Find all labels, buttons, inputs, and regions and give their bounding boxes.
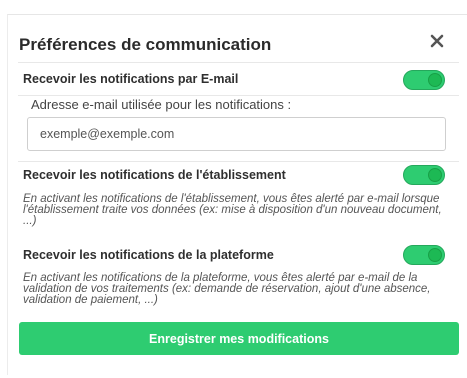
divider: [18, 62, 459, 63]
establishment-notifications-toggle[interactable]: [403, 165, 445, 185]
email-notifications-label: Recevoir les notifications par E-mail: [23, 72, 239, 86]
toggle-knob: [428, 168, 442, 182]
platform-notifications-description: En activant les notifications de la plat…: [23, 272, 431, 306]
email-notifications-toggle[interactable]: [403, 70, 445, 90]
close-icon: [430, 34, 444, 48]
divider: [18, 95, 459, 96]
toggle-knob: [428, 248, 442, 262]
modal-title: Préférences de communication: [19, 35, 272, 54]
email-field[interactable]: [27, 117, 446, 151]
establishment-notifications-label: Recevoir les notifications de l'établiss…: [23, 168, 286, 182]
establishment-notifications-description: En activant les notifications de l'établ…: [23, 193, 442, 227]
platform-notifications-label: Recevoir les notifications de la platefo…: [23, 248, 274, 262]
toggle-knob: [428, 73, 442, 87]
divider: [18, 161, 459, 162]
save-button[interactable]: Enregistrer mes modifications: [19, 322, 459, 355]
email-address-caption: Adresse e-mail utilisée pour les notific…: [31, 97, 292, 112]
close-button[interactable]: [427, 31, 447, 51]
platform-notifications-toggle[interactable]: [403, 245, 445, 265]
